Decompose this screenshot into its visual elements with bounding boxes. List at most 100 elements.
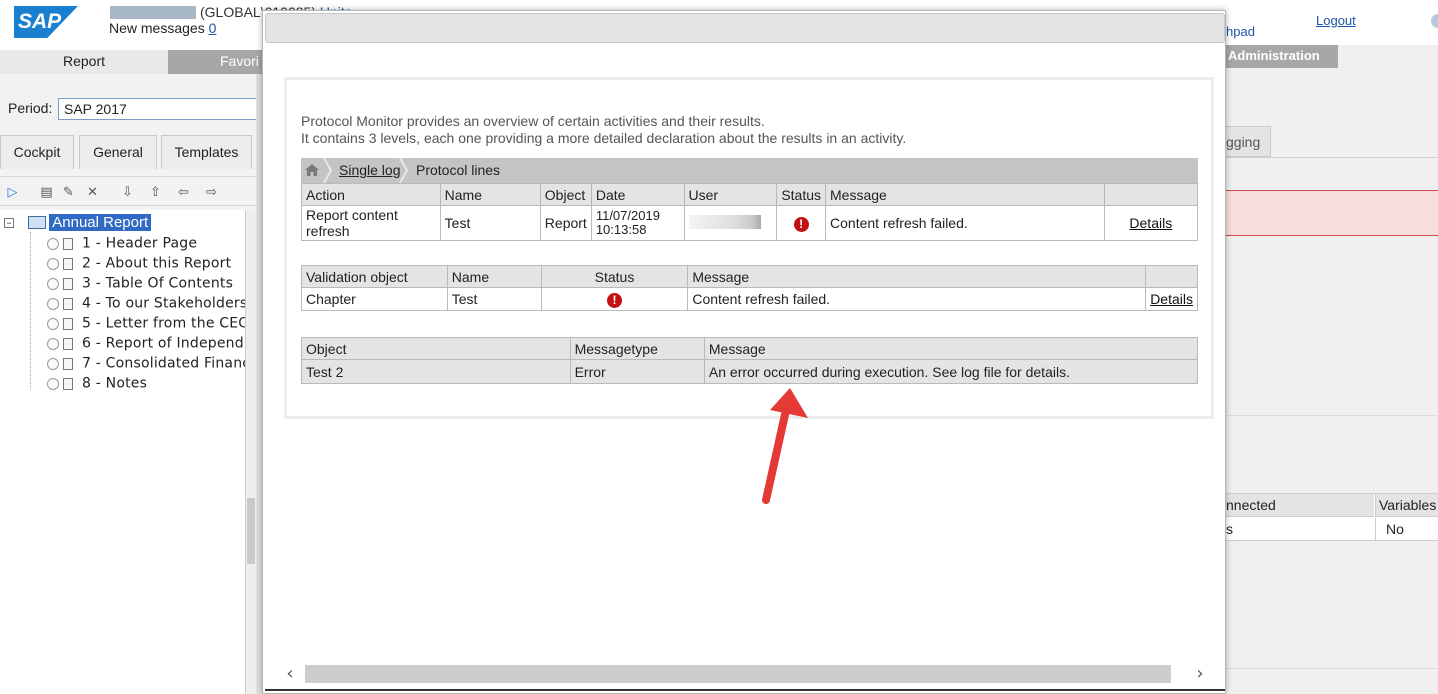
tab-general[interactable]: General xyxy=(79,135,157,169)
breadcrumb: Single log Protocol lines xyxy=(301,158,1198,183)
dialog-title-bar[interactable] xyxy=(265,13,1225,43)
tab-report[interactable]: Report xyxy=(0,50,168,74)
scrollbar-thumb[interactable] xyxy=(305,665,1171,683)
home-icon[interactable] xyxy=(305,164,319,176)
column-header-name: Name xyxy=(446,265,542,288)
column-header-validation-object: Validation object xyxy=(301,265,448,288)
cell-message: Content refresh failed. xyxy=(687,287,1147,311)
tree-item[interactable]: 1 - Header Page xyxy=(47,234,197,252)
table-header-row: Validation object Name Status Message xyxy=(301,265,1198,288)
tree-item[interactable]: 7 - Consolidated Financ xyxy=(47,354,246,372)
cell-object: Test 2 xyxy=(301,359,571,384)
tree-item-label: 3 - Table Of Contents xyxy=(82,275,234,292)
column-header-messagetype: Messagetype xyxy=(569,337,705,360)
validation-table: Validation object Name Status Message Ch… xyxy=(301,265,1198,311)
intro-line-2: It contains 3 levels, each one providing… xyxy=(301,130,907,146)
new-messages: New messages 0 xyxy=(109,20,216,36)
tree-root-label[interactable]: Annual Report xyxy=(49,214,152,232)
tab-favorites[interactable]: Favori xyxy=(168,50,262,74)
tab-logging[interactable]: gging xyxy=(1226,126,1271,157)
divider xyxy=(1226,157,1438,158)
activity-table: Action Name Object Date User Status Mess… xyxy=(301,183,1199,241)
column-header-message: Message xyxy=(687,265,1147,288)
document-icon xyxy=(63,257,73,270)
tree-item-label: 5 - Letter from the CEO xyxy=(82,315,246,332)
logout-link[interactable]: Logout xyxy=(1316,13,1356,28)
column-header-details xyxy=(1103,183,1199,206)
divider xyxy=(1226,415,1438,416)
cell-date: 11/07/2019 10:13:58 xyxy=(590,205,685,241)
period-label: Period: xyxy=(8,100,53,116)
tree-item[interactable]: 6 - Report of Independ xyxy=(47,334,244,352)
horizontal-scrollbar[interactable]: ‹ › xyxy=(265,663,1225,685)
collapse-icon[interactable]: − xyxy=(4,217,14,228)
move-left-icon[interactable]: ⇦ xyxy=(175,183,192,200)
cell-message: Content refresh failed. xyxy=(825,205,1105,241)
tree-scrollbar[interactable] xyxy=(246,210,256,694)
scroll-left-icon[interactable]: ‹ xyxy=(279,663,301,685)
table-cell: No xyxy=(1375,518,1438,541)
column-header-user: User xyxy=(683,183,778,206)
status-circle-icon xyxy=(47,377,59,390)
document-icon xyxy=(63,297,73,310)
status-circle-icon xyxy=(47,277,59,290)
tree-item-label: 7 - Consolidated Financ xyxy=(82,355,246,372)
table-header-row: Action Name Object Date User Status Mess… xyxy=(301,183,1199,206)
move-right-icon[interactable]: ⇨ xyxy=(203,183,220,200)
help-icon[interactable] xyxy=(1431,14,1438,28)
expand-down-icon[interactable]: ▷ xyxy=(4,183,21,200)
breadcrumb-single-log[interactable]: Single log xyxy=(339,162,401,178)
left-panel: Period: SAP 2017 Cockpit General Templat… xyxy=(0,74,262,694)
right-header: hpad Logout xyxy=(1226,0,1438,45)
scroll-right-icon[interactable]: › xyxy=(1189,663,1211,685)
move-down-icon[interactable]: ⇩ xyxy=(119,183,136,200)
table-header-row: Object Messagetype Message xyxy=(301,337,1199,360)
background-right-area: hpad Logout Administration gging nnected… xyxy=(1226,0,1438,694)
tab-administration[interactable]: Administration xyxy=(1226,45,1338,68)
tree-item[interactable]: 3 - Table Of Contents xyxy=(47,274,233,292)
period-input[interactable]: SAP 2017 xyxy=(58,98,262,120)
date-value: 11/07/2019 xyxy=(595,208,660,223)
column-header-action: Action xyxy=(301,183,441,206)
details-link[interactable]: Details xyxy=(1129,215,1172,231)
tree-item[interactable]: 5 - Letter from the CEO xyxy=(47,314,246,332)
details-link[interactable]: Details xyxy=(1150,291,1193,307)
tree-item-label: 8 - Notes xyxy=(82,375,148,392)
delete-chapter-icon[interactable]: ✕ xyxy=(84,183,101,200)
report-tree: − Annual Report 1 - Header Page 2 - Abou… xyxy=(0,210,246,694)
document-icon xyxy=(63,277,73,290)
edit-chapter-icon[interactable]: ✎ xyxy=(60,183,77,200)
error-status-icon: ! xyxy=(606,292,622,308)
scrollbar-thumb[interactable] xyxy=(247,498,255,564)
column-header: nnected xyxy=(1226,494,1374,517)
cell-details: Details xyxy=(1103,205,1199,241)
cell-message: An error occurred during execution. See … xyxy=(703,359,1199,384)
tab-templates[interactable]: Templates xyxy=(161,135,252,169)
divider xyxy=(1226,668,1438,669)
breadcrumb-protocol-lines: Protocol lines xyxy=(416,162,501,178)
tree-item[interactable]: 8 - Notes xyxy=(47,374,147,392)
table-row[interactable]: Chapter Test ! Content refresh failed. D… xyxy=(301,287,1198,311)
status-circle-icon xyxy=(47,337,59,350)
document-icon xyxy=(63,317,73,330)
error-banner xyxy=(1226,190,1438,236)
breadcrumb-separator-icon xyxy=(399,158,409,183)
column-header-status: Status xyxy=(540,265,689,288)
error-status-icon: ! xyxy=(793,216,809,232)
cell-name: Test xyxy=(446,287,542,311)
table-row[interactable]: Report content refresh Test Report 11/07… xyxy=(301,205,1199,241)
launchpad-link[interactable]: hpad xyxy=(1226,24,1255,39)
move-up-icon[interactable]: ⇧ xyxy=(147,183,164,200)
tree-item[interactable]: 4 - To our Stakeholders xyxy=(47,294,245,312)
column-header: Variables xyxy=(1375,494,1438,517)
new-chapter-icon[interactable]: ▤ xyxy=(38,183,55,200)
tree-root[interactable]: − Annual Report xyxy=(4,214,152,232)
column-header-object: Object xyxy=(539,183,592,206)
tab-cockpit[interactable]: Cockpit xyxy=(0,135,74,169)
protocol-lines-table: Object Messagetype Message Test 2 Error … xyxy=(301,337,1199,384)
table-row[interactable]: Test 2 Error An error occurred during ex… xyxy=(301,359,1199,384)
document-icon xyxy=(63,237,73,250)
redacted-username xyxy=(110,6,196,19)
tree-item[interactable]: 2 - About this Report xyxy=(47,254,231,272)
new-messages-count-link[interactable]: 0 xyxy=(209,20,217,36)
